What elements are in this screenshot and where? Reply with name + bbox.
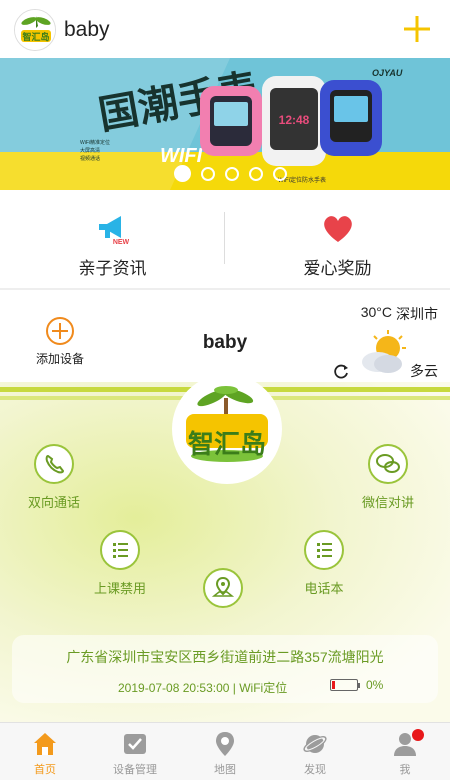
quick-link-rewards[interactable]: 爱心奖励: [225, 190, 450, 290]
bottom-nav: 首页 设备管理 地图 发现 我: [0, 722, 450, 780]
nav-label: 设备管理: [113, 764, 157, 776]
nav-label: 地图: [214, 764, 236, 776]
notification-badge: [412, 729, 424, 741]
banner-dot[interactable]: [201, 166, 215, 181]
location-address: 广东省深圳市宝安区西乡街道前进二路357流塘阳光: [66, 649, 384, 665]
two-way-call-button[interactable]: 双向通话: [28, 444, 80, 511]
device-logo[interactable]: 智汇岛: [172, 374, 282, 484]
location-card[interactable]: 广东省深圳市宝安区西乡街道前进二路357流塘阳光 2019-07-08 20:5…: [12, 635, 438, 703]
banner-pagination: [174, 165, 287, 182]
svg-text:12:48: 12:48: [279, 113, 310, 127]
class-mode-button[interactable]: 上课禁用: [94, 530, 146, 597]
nav-label: 我: [399, 764, 411, 776]
watch-image-pink: [200, 86, 262, 156]
quick-link-label: 亲子资讯: [78, 259, 147, 278]
weather-condition: 多云: [410, 363, 438, 379]
wechat-talk-button[interactable]: 微信对讲: [362, 444, 414, 511]
planet-icon: [303, 731, 327, 757]
banner-feature: 视频通话: [80, 155, 100, 162]
svg-text:智汇岛: 智汇岛: [22, 31, 49, 43]
device-check-icon: [123, 731, 147, 757]
avatar[interactable]: 智汇岛: [14, 9, 56, 51]
banner-brand: OJYAU: [372, 68, 403, 78]
nav-me[interactable]: 我: [360, 723, 450, 780]
weather-city: 深圳市: [396, 306, 438, 322]
battery-percentage: 0%: [366, 678, 384, 692]
banner-feature: WiFi精准定位: [80, 139, 110, 146]
nav-discover[interactable]: 发现: [270, 723, 360, 780]
nav-label: 首页: [34, 764, 56, 776]
logo-text: 智汇岛: [187, 430, 266, 460]
nav-device-management[interactable]: 设备管理: [90, 723, 180, 780]
banner-dot[interactable]: [225, 166, 239, 181]
refresh-icon[interactable]: [332, 362, 350, 380]
device-panel: 添加设备 baby 30°C 深圳市 多云 智汇岛 双向通话 微信对讲 上课禁用…: [0, 292, 450, 722]
function-label: 电话本: [304, 581, 344, 596]
banner-dot[interactable]: [249, 166, 263, 181]
quick-link-news[interactable]: NEW 亲子资讯: [0, 190, 225, 290]
page-title: baby: [64, 18, 110, 41]
list-icon: [304, 530, 344, 570]
home-icon: [33, 731, 57, 757]
nav-map[interactable]: 地图: [180, 723, 270, 780]
phone-icon: [34, 444, 74, 484]
nav-home[interactable]: 首页: [0, 723, 90, 780]
phonebook-button[interactable]: 电话本: [304, 530, 344, 597]
quick-links: NEW 亲子资讯 爱心奖励: [0, 190, 450, 290]
wechat-icon: [368, 444, 408, 484]
location-time: 2019-07-08 20:53:00 | WiFi定位: [118, 681, 288, 695]
location-button[interactable]: [203, 568, 243, 608]
quick-link-label: 爱心奖励: [303, 259, 372, 278]
watch-image-blue: [320, 80, 382, 156]
banner-tagline: WIFI: [160, 145, 203, 167]
weather-temperature: 30°C: [360, 304, 392, 320]
new-badge: NEW: [112, 239, 129, 246]
map-pin-icon: [213, 731, 237, 757]
battery-fill: [332, 681, 335, 689]
banner-dot[interactable]: [174, 165, 191, 182]
function-label: 微信对讲: [362, 495, 415, 510]
banner-feature: 大屏高清: [80, 147, 100, 154]
list-icon: [100, 530, 140, 570]
function-label: 双向通话: [28, 495, 81, 510]
location-map-icon: [203, 568, 243, 608]
battery-icon: [330, 679, 360, 691]
megaphone-icon: NEW: [95, 212, 131, 246]
function-label: 上课禁用: [94, 581, 147, 596]
banner-dot[interactable]: [273, 166, 287, 181]
watch-image-white: 12:48: [262, 76, 326, 166]
add-icon[interactable]: [402, 14, 432, 44]
app-header: 智汇岛 baby: [0, 0, 450, 58]
nav-label: 发现: [304, 764, 326, 776]
heart-icon: [320, 212, 356, 246]
partly-cloudy-icon: [358, 330, 408, 376]
